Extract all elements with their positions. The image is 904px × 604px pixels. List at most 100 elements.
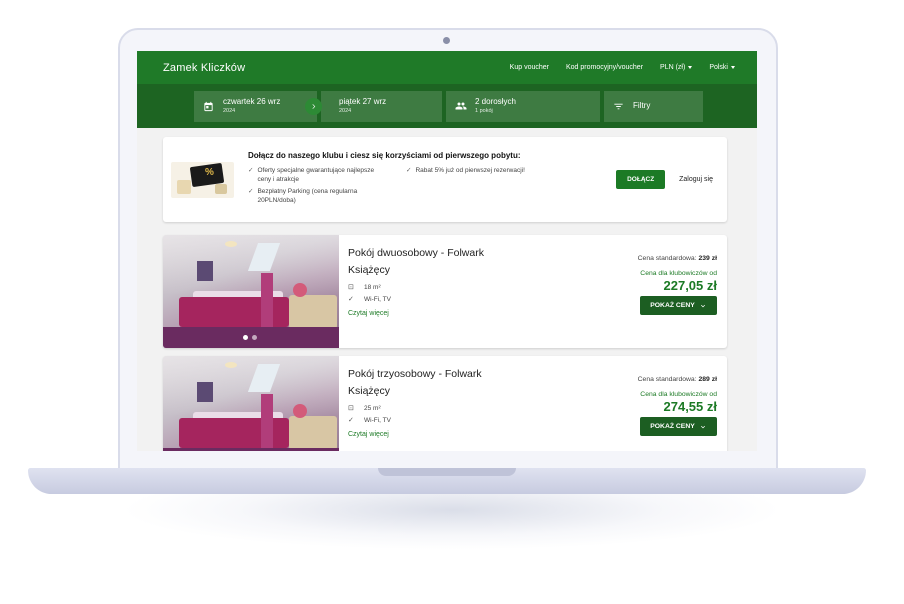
club-price-label: Cena dla klubowiczów od bbox=[640, 391, 717, 398]
perks-right-column: ✓ Rabat 5% już od pierwszej rezerwacji! bbox=[406, 166, 546, 208]
checkout-year: 2024 bbox=[339, 108, 352, 114]
room-info: Pokój dwuosobowy - Folwark Książęcy ⊡ 18 … bbox=[339, 235, 519, 348]
guests-main: 2 dorosłych bbox=[475, 97, 516, 106]
room-amenities-value: Wi-Fi, TV bbox=[364, 295, 391, 303]
check-icon: ✓ bbox=[406, 167, 412, 174]
perk-text: Bezpłatny Parking (cena regularna 20PLN/… bbox=[257, 188, 358, 204]
photo-picture bbox=[197, 261, 213, 281]
room-price: Cena standardowa: 289 zł Cena dla klubow… bbox=[638, 376, 717, 436]
photo-lamp bbox=[225, 241, 237, 247]
checkin-day: czwartek 26 wrz bbox=[223, 97, 281, 106]
gift-icon bbox=[177, 179, 191, 194]
club-banner: % Dołącz do naszego klubu i ciesz się ko… bbox=[163, 137, 727, 222]
photo-curtain bbox=[261, 394, 273, 451]
room-photo[interactable] bbox=[163, 235, 339, 348]
filter-icon bbox=[612, 100, 625, 113]
carousel-dot[interactable] bbox=[243, 335, 248, 340]
standard-price-value: 239 zł bbox=[698, 255, 717, 262]
room-amenities: ✓ Wi-Fi, TV bbox=[348, 295, 510, 304]
standard-price-label: Cena standardowa: bbox=[637, 255, 697, 262]
read-more-link[interactable]: Czytaj więcej bbox=[348, 310, 510, 317]
brand-title[interactable]: Zamek Kliczków bbox=[163, 62, 510, 74]
club-price-value: 274,55 zł bbox=[663, 399, 718, 414]
room-amenities-value: Wi-Fi, TV bbox=[364, 416, 391, 424]
people-icon bbox=[454, 100, 467, 113]
screen: Zamek Kliczków Kup voucher Kod promocyjn… bbox=[137, 51, 757, 451]
read-more-link[interactable]: Czytaj więcej bbox=[348, 431, 510, 438]
currency-dropdown[interactable]: PLN (zł) bbox=[660, 64, 693, 71]
show-prices-button[interactable]: POKAŻ CENY bbox=[640, 296, 717, 315]
currency-label: PLN (zł) bbox=[660, 64, 686, 71]
room-info: Pokój trzyosobowy - Folwark Książęcy ⊡ 25… bbox=[339, 356, 519, 451]
show-prices-label: POKAŻ CENY bbox=[650, 302, 695, 309]
photo-table bbox=[289, 416, 337, 450]
chevron-down-icon bbox=[688, 65, 693, 69]
gift-icon bbox=[215, 183, 227, 194]
photo-floor bbox=[163, 448, 339, 451]
club-promo-image: % bbox=[171, 161, 234, 198]
room-area-value: 25 m² bbox=[364, 404, 381, 412]
room-name: Pokój trzyosobowy - Folwark Książęcy bbox=[348, 368, 482, 397]
calendar-icon bbox=[202, 100, 215, 113]
perk-item: ✓ Bezpłatny Parking (cena regularna 20PLN… bbox=[248, 187, 388, 205]
check-icon: ✓ bbox=[348, 417, 354, 424]
carousel-dot[interactable] bbox=[252, 335, 257, 340]
club-text: Dołącz do naszego klubu i ciesz się korz… bbox=[248, 151, 616, 208]
perk-item: ✓ Rabat 5% już od pierwszej rezerwacji! bbox=[406, 166, 546, 175]
chevron-down-icon bbox=[700, 304, 705, 307]
filters-label: Filtry bbox=[633, 101, 651, 110]
check-icon: ✓ bbox=[348, 296, 354, 303]
language-dropdown[interactable]: Polski bbox=[709, 64, 735, 71]
check-icon: ✓ bbox=[248, 167, 254, 174]
filters-button[interactable]: Filtry bbox=[604, 90, 703, 122]
perk-text: Rabat 5% już od pierwszej rezerwacji! bbox=[415, 167, 525, 174]
photo-table bbox=[289, 295, 337, 329]
room-card: Pokój dwuosobowy - Folwark Książęcy ⊡ 18 … bbox=[163, 235, 727, 348]
login-link[interactable]: Zaloguj się bbox=[679, 176, 713, 183]
perk-item: ✓ Oferty specjalne gwarantujące najlepsze… bbox=[248, 166, 388, 184]
carousel-dots bbox=[243, 335, 257, 340]
top-navbar: Zamek Kliczków Kup voucher Kod promocyjn… bbox=[137, 51, 757, 84]
room-photo[interactable] bbox=[163, 356, 339, 451]
photo-flowers bbox=[293, 404, 307, 418]
room-area-value: 18 m² bbox=[364, 283, 381, 291]
room-name: Pokój dwuosobowy - Folwark Książęcy bbox=[348, 247, 484, 276]
standard-price-value: 289 zł bbox=[698, 376, 717, 383]
main-content: % Dołącz do naszego klubu i ciesz się ko… bbox=[137, 128, 757, 451]
promo-code-link[interactable]: Kod promocyjny/voucher bbox=[566, 64, 643, 71]
checkin-year: 2024 bbox=[223, 108, 236, 114]
join-button[interactable]: DOŁĄCZ bbox=[616, 170, 666, 189]
checkin-date-picker[interactable]: czwartek 26 wrz 2024 bbox=[194, 90, 322, 122]
show-prices-button[interactable]: POKAŻ CENY bbox=[640, 417, 717, 436]
checkout-date-picker[interactable]: piątek 27 wrz 2024 bbox=[321, 90, 442, 122]
search-bar: czwartek 26 wrz 2024 piątek 27 wrz 2024 bbox=[137, 84, 757, 128]
perk-text: Oferty specjalne gwarantujące najlepsze … bbox=[257, 167, 375, 183]
club-perks: ✓ Oferty specjalne gwarantujące najlepsze… bbox=[248, 166, 616, 208]
laptop-mockup: Zamek Kliczków Kup voucher Kod promocyjn… bbox=[0, 0, 904, 604]
area-icon: ⊡ bbox=[348, 405, 354, 412]
camera-icon bbox=[443, 37, 450, 44]
checkout-day: piątek 27 wrz bbox=[339, 97, 387, 106]
buy-voucher-link[interactable]: Kup voucher bbox=[510, 64, 549, 71]
standard-price-label: Cena standardowa: bbox=[637, 376, 697, 383]
top-links: Kup voucher Kod promocyjny/voucher PLN (… bbox=[510, 64, 735, 71]
room-area: ⊡ 25 m² bbox=[348, 404, 510, 413]
room-card: Pokój trzyosobowy - Folwark Książęcy ⊡ 25… bbox=[163, 356, 727, 451]
room-price: Cena standardowa: 239 zł Cena dla klubow… bbox=[638, 255, 717, 315]
club-title: Dołącz do naszego klubu i ciesz się korz… bbox=[248, 151, 521, 160]
standard-price: Cena standardowa: 289 zł bbox=[638, 376, 717, 383]
room-area: ⊡ 18 m² bbox=[348, 283, 510, 292]
room-amenities: ✓ Wi-Fi, TV bbox=[348, 416, 510, 425]
photo-lamp bbox=[225, 362, 237, 368]
guests-selector[interactable]: 2 dorosłych 1 pokój bbox=[446, 90, 600, 122]
show-prices-label: POKAŻ CENY bbox=[650, 423, 695, 430]
chevron-down-icon bbox=[700, 425, 705, 428]
chevron-down-icon bbox=[731, 65, 735, 69]
guests-sub: 1 pokój bbox=[475, 108, 493, 114]
photo-picture bbox=[197, 382, 213, 402]
photo-flowers bbox=[293, 283, 307, 297]
area-icon: ⊡ bbox=[348, 284, 354, 291]
club-price-value: 227,05 zł bbox=[663, 278, 718, 293]
arrow-right-icon bbox=[305, 97, 322, 115]
perks-left-column: ✓ Oferty specjalne gwarantujące najlepsze… bbox=[248, 166, 388, 208]
